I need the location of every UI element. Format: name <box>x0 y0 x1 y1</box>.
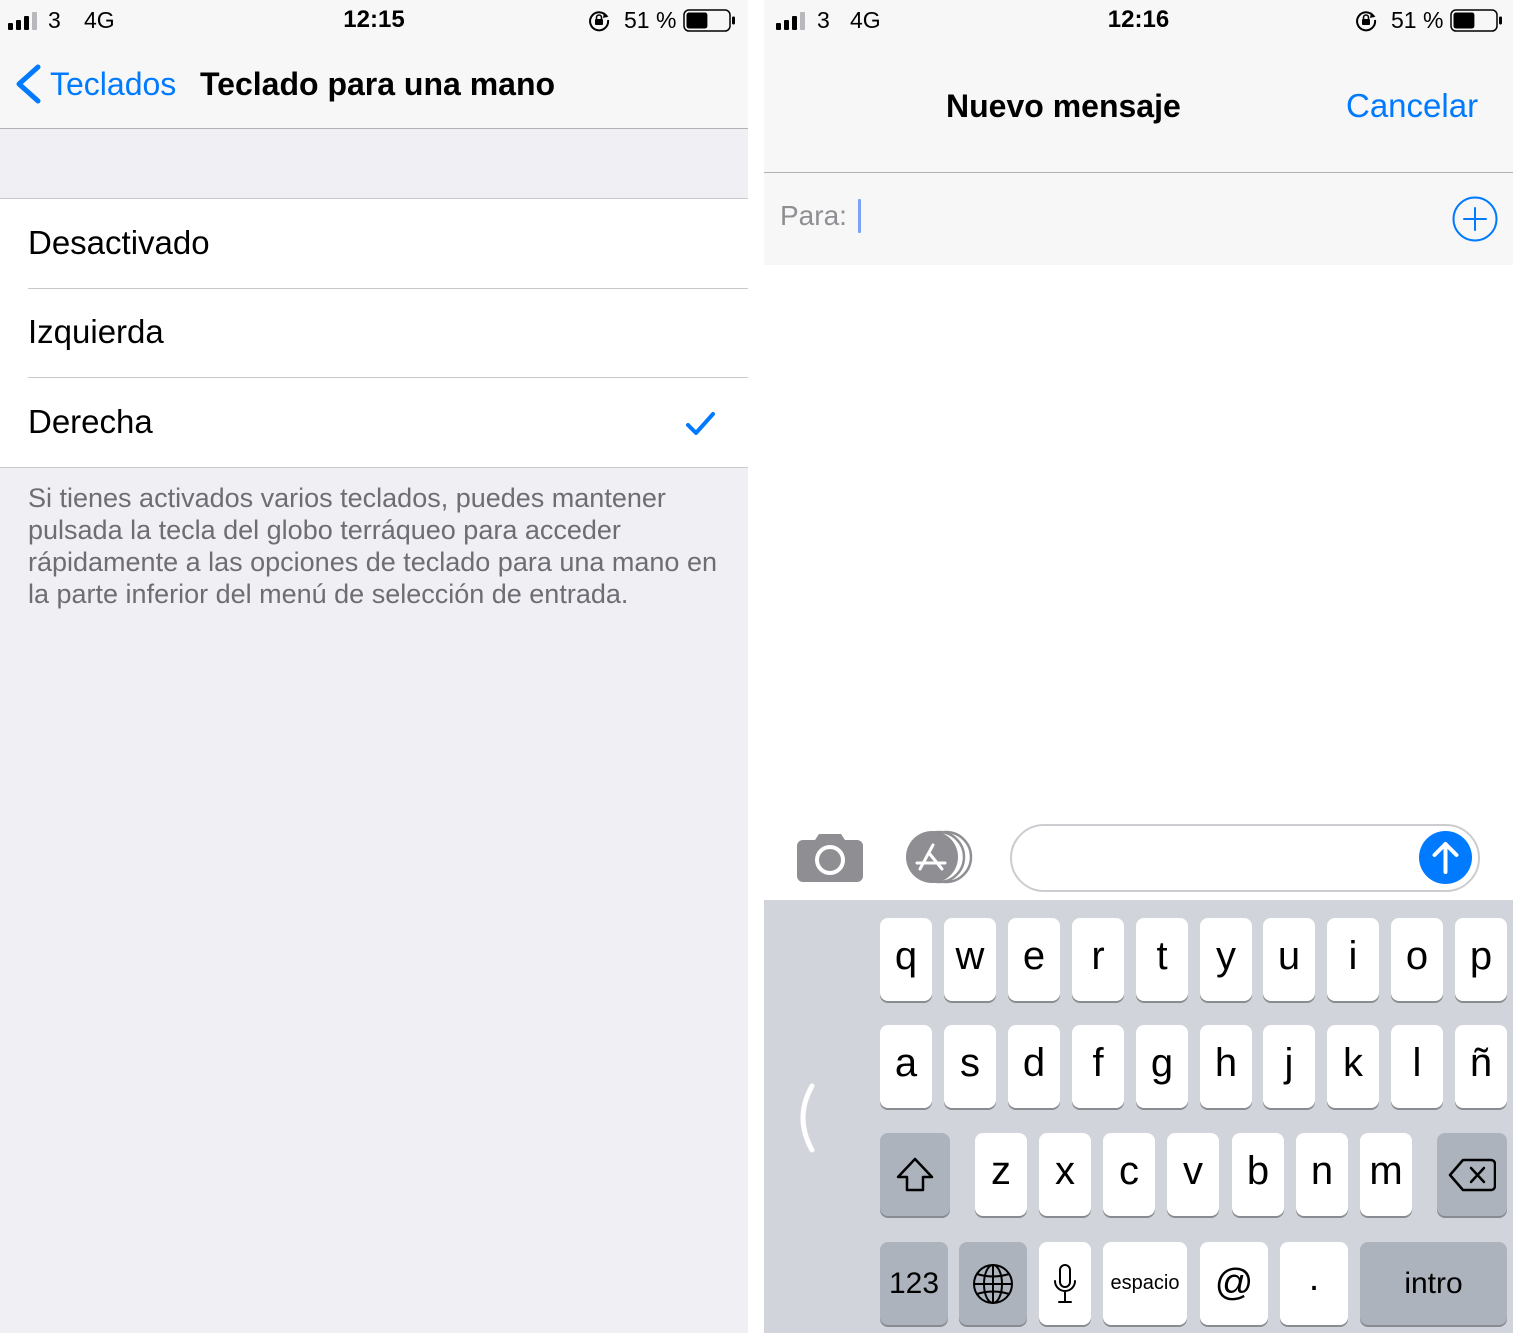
battery-percentage: 51 % <box>624 7 677 33</box>
key-y[interactable]: y <box>1200 918 1252 1001</box>
footer-description: Si tienes activados varios teclados, pue… <box>0 482 748 612</box>
space-key[interactable]: espacio <box>1103 1242 1187 1325</box>
globe-icon <box>973 1263 1013 1304</box>
key-w[interactable]: w <box>944 918 996 1001</box>
battery-level-fill <box>1453 12 1475 29</box>
at-key[interactable]: @ <box>1200 1242 1268 1325</box>
chevron-left-icon <box>16 64 41 104</box>
globe-key[interactable] <box>959 1242 1027 1325</box>
chevron-left-icon[interactable] <box>790 1083 816 1153</box>
text-cursor <box>858 199 861 233</box>
option-off[interactable]: Desactivado <box>0 199 748 289</box>
recipient-input[interactable] <box>854 191 1354 241</box>
message-header: 3 4G 12:16 51 % Nuevo mensaje Cancelar <box>764 0 1513 173</box>
shift-arrow-icon <box>896 1157 934 1191</box>
camera-icon[interactable] <box>797 832 863 882</box>
key-v[interactable]: v <box>1167 1133 1219 1216</box>
navigation-bar: 3 4G 12:15 51 % Teclados Teclado para un… <box>0 0 748 129</box>
key-k[interactable]: k <box>1327 1025 1379 1108</box>
key-p[interactable]: p <box>1455 918 1507 1001</box>
backspace-icon <box>1448 1158 1496 1191</box>
key-h[interactable]: h <box>1200 1025 1252 1108</box>
app-store-icon[interactable] <box>904 830 976 884</box>
plus-circle-icon[interactable] <box>1452 196 1498 242</box>
numbers-key[interactable]: 123 <box>880 1242 948 1325</box>
footer-line: pulsada la tecla del globo terráqueo par… <box>28 515 621 545</box>
key-n[interactable]: n <box>1296 1133 1348 1216</box>
new-message-screen: 3 4G 12:16 51 % Nuevo mensaje Cancelar P… <box>764 0 1513 1333</box>
battery-level-fill <box>686 12 708 29</box>
back-button[interactable]: Teclados <box>10 60 190 108</box>
key-s[interactable]: s <box>944 1025 996 1108</box>
key-z[interactable]: z <box>975 1133 1027 1216</box>
key-n-tilde[interactable]: ñ <box>1455 1025 1507 1108</box>
back-button-label: Teclados <box>50 66 177 102</box>
page-title: Teclado para una mano <box>200 66 556 102</box>
key-m[interactable]: m <box>1360 1133 1412 1216</box>
key-x[interactable]: x <box>1039 1133 1091 1216</box>
hand-options-list: Desactivado Izquierda Derecha <box>0 198 748 468</box>
key-r[interactable]: r <box>1072 918 1124 1001</box>
key-e[interactable]: e <box>1008 918 1060 1001</box>
recipient-row: Para: <box>764 173 1513 265</box>
battery-icon <box>683 9 735 32</box>
shift-key[interactable] <box>880 1133 950 1216</box>
orientation-lock-icon <box>589 11 610 32</box>
one-handed-keyboard: 123 espacio @ . intro qwertyuiop asdfghjk… <box>764 900 1513 1333</box>
key-b[interactable]: b <box>1232 1133 1284 1216</box>
option-label: Izquierda <box>28 313 164 350</box>
key-d[interactable]: d <box>1008 1025 1060 1108</box>
page-title: Nuevo mensaje <box>946 88 1181 124</box>
key-u[interactable]: u <box>1263 918 1315 1001</box>
key-a[interactable]: a <box>880 1025 932 1108</box>
key-j[interactable]: j <box>1263 1025 1315 1108</box>
checkmark-icon <box>686 412 715 435</box>
to-field-label: Para: <box>780 200 847 231</box>
one-handed-keyboard-settings-screen: 3 4G 12:15 51 % Teclados Teclado para un… <box>0 0 748 1333</box>
option-right[interactable]: Derecha <box>0 378 748 468</box>
return-key[interactable]: intro <box>1360 1242 1507 1325</box>
footer-line: Si tienes activados varios teclados, pue… <box>28 483 666 513</box>
key-l[interactable]: l <box>1391 1025 1443 1108</box>
key-q[interactable]: q <box>880 918 932 1001</box>
backspace-key[interactable] <box>1437 1133 1507 1216</box>
option-left[interactable]: Izquierda <box>0 288 748 378</box>
arrow-up-icon[interactable] <box>1419 831 1472 884</box>
key-o[interactable]: o <box>1391 918 1443 1001</box>
option-label: Derecha <box>28 403 153 440</box>
microphone-icon <box>1054 1263 1076 1303</box>
battery-icon <box>1450 9 1502 32</box>
footer-line: la parte inferior del menú de selección … <box>28 579 629 609</box>
key-g[interactable]: g <box>1136 1025 1188 1108</box>
option-label: Desactivado <box>28 224 210 261</box>
key-f[interactable]: f <box>1072 1025 1124 1108</box>
cancel-button[interactable]: Cancelar <box>1346 86 1478 126</box>
period-key[interactable]: . <box>1280 1242 1348 1325</box>
orientation-lock-icon <box>1356 11 1377 32</box>
dictation-key[interactable] <box>1039 1242 1091 1325</box>
key-i[interactable]: i <box>1327 918 1379 1001</box>
footer-line: rápidamente a las opciones de teclado pa… <box>28 547 717 577</box>
key-c[interactable]: c <box>1103 1133 1155 1216</box>
battery-percentage: 51 % <box>1391 7 1444 33</box>
message-input[interactable] <box>1010 824 1480 892</box>
key-t[interactable]: t <box>1136 918 1188 1001</box>
